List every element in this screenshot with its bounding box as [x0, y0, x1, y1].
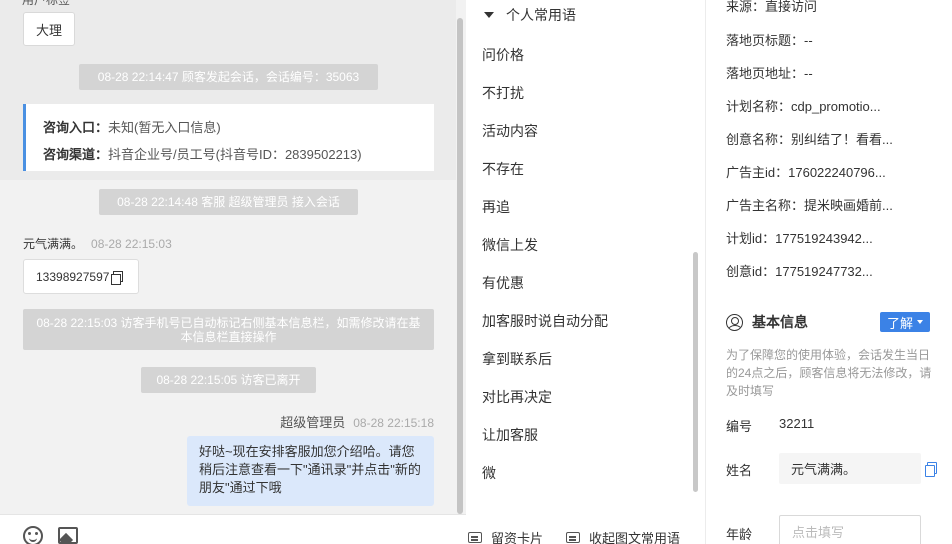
agent-message-meta: 超级管理员 08-28 22:15:18 [280, 412, 434, 431]
advertiser-name-row: 广告主名称：提米映画婚前... [726, 195, 893, 214]
name-label: 姓名 [726, 463, 753, 478]
consult-entry-row: 咨询入口：未知(暂无入口信息) [43, 114, 434, 141]
common-phrases-panel: 个人常用语 问价格 不打扰 活动内容 不存在 再追 微信上发 有优惠 加客服时说… [466, 0, 706, 544]
collapse-phrases-label: 收起图文常用语 [589, 531, 681, 544]
tag-section-label: 用户标签 [22, 0, 71, 7]
source-value: 直接访问 [765, 0, 818, 14]
chat-input-toolbar [0, 514, 466, 544]
card-icon [468, 532, 482, 543]
age-input[interactable] [779, 515, 921, 544]
phrase-item[interactable]: 让加客服 [482, 416, 608, 454]
phrase-item[interactable]: 加客服时说自动分配 [482, 302, 608, 340]
basic-info-header: 基本信息 [726, 312, 808, 332]
phrase-item[interactable]: 不打扰 [482, 74, 608, 112]
plan-name-value: cdp_promotio... [791, 99, 881, 114]
landing-title-value: -- [804, 33, 813, 48]
visitor-phone-bubble: 13398927597 [23, 259, 139, 294]
consult-channel-row: 咨询渠道：抖音企业号/员工号(抖音号ID：2839502213) [43, 141, 434, 168]
phrase-item[interactable]: 拿到联系后 [482, 340, 608, 378]
source-label: 来源： [726, 0, 766, 14]
creative-id-value: 177519247732... [775, 264, 873, 279]
creative-name-row: 创意名称：别纠结了！看看... [726, 129, 893, 148]
advertiser-name-value: 提米映画婚前... [804, 198, 893, 213]
creative-id-label: 创意id： [726, 264, 776, 279]
plan-id-row: 计划id：177519243942... [726, 228, 873, 247]
phrase-item[interactable]: 活动内容 [482, 112, 608, 150]
copy-icon[interactable] [111, 270, 124, 285]
basic-info-title: 基本信息 [752, 314, 808, 330]
image-icon[interactable] [58, 527, 78, 544]
landing-url-row: 落地页地址：-- [726, 63, 813, 82]
user-icon [726, 313, 743, 331]
collapse-phrases-button[interactable]: 收起图文常用语 [566, 528, 680, 544]
id-label: 编号 [726, 419, 753, 434]
visitor-message-meta: 元气满满。 08-28 22:15:03 [23, 235, 172, 252]
card-icon [566, 532, 580, 543]
consult-channel-label: 咨询渠道： [43, 147, 109, 162]
name-value: 元气满满。 [791, 462, 857, 477]
visitor-tag[interactable]: 大理 [23, 12, 75, 46]
phrase-item[interactable]: 再追 [482, 188, 608, 226]
visitor-info-panel: 来源：直接访问 落地页标题：-- 落地页地址：-- 计划名称：cdp_promo… [706, 0, 952, 544]
system-message-session-start: 08-28 22:14:47 顾客发起会话，会话编号：35063 [79, 64, 378, 90]
plan-name-label: 计划名称： [726, 99, 792, 114]
phrase-item[interactable]: 有优惠 [482, 264, 608, 302]
chat-message-area[interactable]: 用户标签 大理 08-28 22:14:47 顾客发起会话，会话编号：35063… [0, 0, 466, 514]
phrase-footer: 留资卡片 收起图文常用语 [466, 514, 706, 544]
copy-icon[interactable] [925, 462, 937, 477]
landing-url-value: -- [804, 66, 813, 81]
caret-down-icon [484, 12, 494, 18]
phrase-item[interactable]: 微 [482, 454, 608, 492]
source-row: 来源：直接访问 [726, 0, 817, 15]
learn-more-dropdown[interactable]: 了解 [880, 312, 930, 332]
consult-channel-value: 抖音企业号/员工号(抖音号ID：2839502213) [108, 147, 362, 162]
caret-down-icon [917, 320, 923, 324]
id-value: 32211 [779, 416, 815, 431]
agent-name: 超级管理员 [280, 415, 346, 430]
system-message-phone-marked: 08-28 22:15:03 访客手机号已自动标记右侧基本信息栏，如需修改请在基… [23, 309, 434, 350]
age-label: 年龄 [726, 527, 753, 542]
visitor-name: 元气满满。 [23, 237, 84, 251]
plan-id-value: 177519243942... [775, 231, 873, 246]
system-message-visitor-left: 08-28 22:15:05 访客已离开 [141, 367, 316, 393]
plan-id-label: 计划id： [726, 231, 776, 246]
consult-info-card: 咨询入口：未知(暂无入口信息) 咨询渠道：抖音企业号/员工号(抖音号ID：283… [23, 104, 434, 171]
consult-entry-value: 未知(暂无入口信息) [108, 120, 221, 135]
phrase-item[interactable]: 对比再决定 [482, 378, 608, 416]
learn-more-label: 了解 [886, 315, 913, 331]
visitor-message-time: 08-28 22:15:03 [91, 237, 172, 251]
visitor-phone-number: 13398927597 [36, 269, 110, 284]
lead-card-label: 留资卡片 [491, 531, 544, 544]
advertiser-id-row: 广告主id：176022240796... [726, 162, 886, 181]
phrase-item[interactable]: 不存在 [482, 150, 608, 188]
system-message-agent-join: 08-28 22:14:48 客服 超级管理员 接入会话 [99, 189, 358, 215]
landing-title-label: 落地页标题： [726, 33, 805, 48]
name-field[interactable]: 元气满满。 [779, 453, 921, 484]
phrase-group-title: 个人常用语 [506, 7, 576, 23]
plan-name-row: 计划名称：cdp_promotio... [726, 96, 881, 115]
edit-notice: 为了保障您的使用体验，会话发生当日的24点之后，顾客信息将无法修改，请及时填写 [726, 348, 932, 398]
chat-scrollbar[interactable] [457, 18, 463, 514]
chat-panel: 用户标签 大理 08-28 22:14:47 顾客发起会话，会话编号：35063… [0, 0, 466, 544]
agent-message-time: 08-28 22:15:18 [353, 416, 434, 430]
creative-name-label: 创意名称： [726, 132, 792, 147]
phrase-list: 问价格 不打扰 活动内容 不存在 再追 微信上发 有优惠 加客服时说自动分配 拿… [482, 36, 608, 492]
advertiser-id-value: 176022240796... [788, 165, 886, 180]
phrase-scrollbar[interactable] [693, 252, 698, 492]
lead-card-button[interactable]: 留资卡片 [468, 528, 543, 544]
landing-title-row: 落地页标题：-- [726, 30, 813, 49]
phrase-group-header[interactable]: 个人常用语 [484, 5, 576, 25]
consult-entry-label: 咨询入口： [43, 120, 109, 135]
advertiser-name-label: 广告主名称： [726, 198, 805, 213]
phrase-item[interactable]: 问价格 [482, 36, 608, 74]
creative-id-row: 创意id：177519247732... [726, 261, 873, 280]
emoji-icon[interactable] [23, 526, 43, 544]
phrase-item[interactable]: 微信上发 [482, 226, 608, 264]
landing-url-label: 落地页地址： [726, 66, 805, 81]
creative-name-value: 别纠结了！看看... [791, 132, 893, 147]
advertiser-id-label: 广告主id： [726, 165, 789, 180]
agent-message-bubble: 好哒~现在安排客服加您介绍哈。请您稍后注意查看一下"通讯录"并点击"新的朋友"通… [187, 436, 434, 506]
